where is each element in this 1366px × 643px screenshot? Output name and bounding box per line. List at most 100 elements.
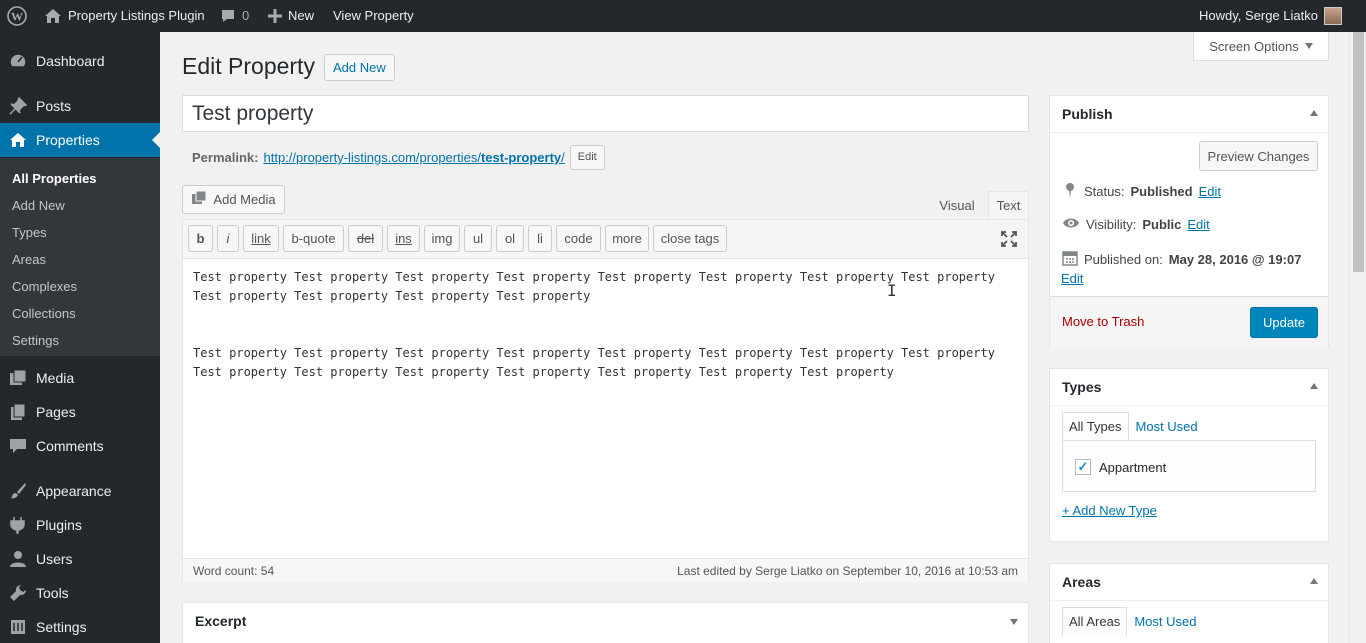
tab-all-types[interactable]: All Types bbox=[1062, 412, 1129, 441]
quicktags-toolbar: b i link b-quote del ins img ul ol li co… bbox=[183, 220, 1028, 259]
types-tabs: All Types Most Used bbox=[1062, 412, 1205, 441]
page-scrollbar[interactable] bbox=[1349, 32, 1366, 643]
preview-changes-button[interactable]: Preview Changes bbox=[1199, 141, 1318, 171]
sidebar-item-tools[interactable]: Tools bbox=[0, 576, 160, 610]
wrench-icon bbox=[0, 584, 36, 602]
tab-visual[interactable]: Visual bbox=[931, 191, 983, 220]
screen-options-button[interactable]: Screen Options bbox=[1193, 32, 1329, 61]
add-media-button[interactable]: Add Media bbox=[182, 185, 285, 214]
add-media-label: Add Media bbox=[213, 192, 276, 207]
types-box: Types All Types Most Used ✓ Appartment +… bbox=[1049, 368, 1329, 542]
qt-more-button[interactable]: more bbox=[605, 225, 649, 252]
sidebar-item-label: Tools bbox=[36, 585, 69, 601]
update-button[interactable]: Update bbox=[1250, 307, 1318, 338]
submenu-collections[interactable]: Collections bbox=[12, 306, 76, 321]
qt-bold-button[interactable]: b bbox=[188, 225, 213, 252]
last-edited: Last edited by Serge Liatko on September… bbox=[677, 563, 1018, 578]
my-account-link[interactable]: Howdy, Serge Liatko bbox=[1199, 0, 1342, 32]
view-property-link[interactable]: View Property bbox=[333, 0, 414, 32]
permalink-slug: test-property bbox=[480, 150, 562, 165]
site-name-link[interactable]: Property Listings Plugin bbox=[44, 0, 205, 32]
checkbox-checked-icon[interactable]: ✓ bbox=[1075, 459, 1091, 475]
permalink-link[interactable]: http://property-listings.com/properties/… bbox=[263, 150, 564, 165]
home-icon bbox=[0, 132, 36, 148]
scrollbar-thumb[interactable] bbox=[1353, 32, 1364, 272]
published-row: Published on: May 28, 2016 @ 19:07 bbox=[1062, 250, 1301, 269]
svg-text:W: W bbox=[11, 10, 23, 24]
wordpress-logo-icon[interactable]: W bbox=[7, 0, 27, 32]
areas-title: Areas bbox=[1062, 574, 1101, 590]
editor-status-bar: Word count: 54 Last edited by Serge Liat… bbox=[183, 558, 1028, 582]
add-new-button[interactable]: Add New bbox=[324, 54, 395, 81]
visibility-edit-link[interactable]: Edit bbox=[1187, 217, 1209, 232]
submenu-add-new[interactable]: Add New bbox=[12, 198, 65, 213]
new-label: New bbox=[288, 8, 315, 23]
admin-sidebar: Dashboard Posts Properties All Propertie… bbox=[0, 32, 160, 643]
submenu-all-properties[interactable]: All Properties bbox=[12, 171, 97, 186]
sidebar-item-users[interactable]: Users bbox=[0, 542, 160, 576]
qt-ul-button[interactable]: ul bbox=[464, 225, 492, 252]
sidebar-item-posts[interactable]: Posts bbox=[0, 89, 160, 123]
fullscreen-icon[interactable] bbox=[1001, 231, 1017, 250]
pages-icon bbox=[0, 403, 36, 421]
submenu-complexes[interactable]: Complexes bbox=[12, 279, 77, 294]
sidebar-item-dashboard[interactable]: Dashboard bbox=[0, 44, 160, 78]
publish-box: Publish Preview Changes Status: Publishe… bbox=[1049, 95, 1329, 347]
visibility-label: Visibility: bbox=[1086, 217, 1137, 232]
published-edit-link[interactable]: Edit bbox=[1061, 271, 1083, 286]
tab-text[interactable]: Text bbox=[988, 191, 1029, 220]
new-content-link[interactable]: New bbox=[268, 0, 314, 32]
toggle-up-icon[interactable] bbox=[1310, 578, 1318, 584]
move-to-trash-link[interactable]: Move to Trash bbox=[1062, 314, 1144, 329]
pin-icon bbox=[1062, 182, 1078, 201]
areas-tabs: All Areas Most Used bbox=[1062, 607, 1203, 636]
sidebar-item-label: Appearance bbox=[36, 483, 112, 499]
qt-close-tags-button[interactable]: close tags bbox=[653, 225, 727, 252]
sidebar-item-comments[interactable]: Comments bbox=[0, 429, 160, 463]
toggle-up-icon[interactable] bbox=[1310, 110, 1318, 116]
eye-icon bbox=[1062, 216, 1080, 233]
type-item-label: Appartment bbox=[1099, 459, 1167, 475]
types-checklist: ✓ Appartment bbox=[1062, 440, 1316, 492]
type-item: ✓ Appartment bbox=[1075, 459, 1166, 475]
sidebar-item-pages[interactable]: Pages bbox=[0, 395, 160, 429]
avatar bbox=[1324, 7, 1342, 25]
qt-italic-button[interactable]: i bbox=[217, 225, 239, 252]
media-icon bbox=[0, 369, 36, 387]
toggle-down-icon[interactable] bbox=[1010, 619, 1018, 625]
add-new-type-link[interactable]: + Add New Type bbox=[1062, 503, 1157, 518]
sidebar-item-media[interactable]: Media bbox=[0, 361, 160, 395]
tab-all-areas[interactable]: All Areas bbox=[1062, 607, 1128, 636]
status-edit-link[interactable]: Edit bbox=[1199, 184, 1221, 199]
permalink-edit-button[interactable]: Edit bbox=[569, 145, 605, 170]
qt-li-button[interactable]: li bbox=[528, 225, 552, 252]
qt-img-button[interactable]: img bbox=[424, 225, 460, 252]
tab-most-used-areas[interactable]: Most Used bbox=[1127, 607, 1203, 636]
qt-bquote-button[interactable]: b-quote bbox=[283, 225, 344, 252]
qt-link-button[interactable]: link bbox=[243, 225, 279, 252]
calendar-icon bbox=[1062, 250, 1078, 269]
toggle-up-icon[interactable] bbox=[1310, 383, 1318, 389]
comments-link[interactable]: 0 bbox=[220, 0, 249, 32]
qt-ins-button[interactable]: ins bbox=[387, 225, 420, 252]
settings-icon bbox=[0, 618, 36, 636]
sidebar-item-properties[interactable]: Properties bbox=[0, 123, 160, 157]
tab-most-used-types[interactable]: Most Used bbox=[1129, 412, 1205, 441]
post-title-input[interactable]: Test property bbox=[182, 95, 1029, 132]
sidebar-item-appearance[interactable]: Appearance bbox=[0, 474, 160, 508]
sidebar-item-label: Plugins bbox=[36, 517, 82, 533]
visibility-value: Public bbox=[1142, 217, 1182, 232]
sidebar-item-label: Settings bbox=[36, 619, 87, 635]
qt-del-button[interactable]: del bbox=[348, 225, 383, 252]
dashboard-icon bbox=[0, 52, 36, 70]
submenu-areas[interactable]: Areas bbox=[12, 252, 46, 267]
qt-ol-button[interactable]: ol bbox=[496, 225, 524, 252]
sidebar-item-settings[interactable]: Settings bbox=[0, 610, 160, 643]
qt-code-button[interactable]: code bbox=[556, 225, 601, 252]
brush-icon bbox=[0, 482, 36, 500]
sidebar-item-plugins[interactable]: Plugins bbox=[0, 508, 160, 542]
submenu-types[interactable]: Types bbox=[12, 225, 47, 240]
submenu-settings[interactable]: Settings bbox=[12, 333, 59, 348]
excerpt-title[interactable]: Excerpt bbox=[195, 603, 246, 639]
permalink-base: http://property-listings.com/properties/ bbox=[263, 150, 481, 165]
